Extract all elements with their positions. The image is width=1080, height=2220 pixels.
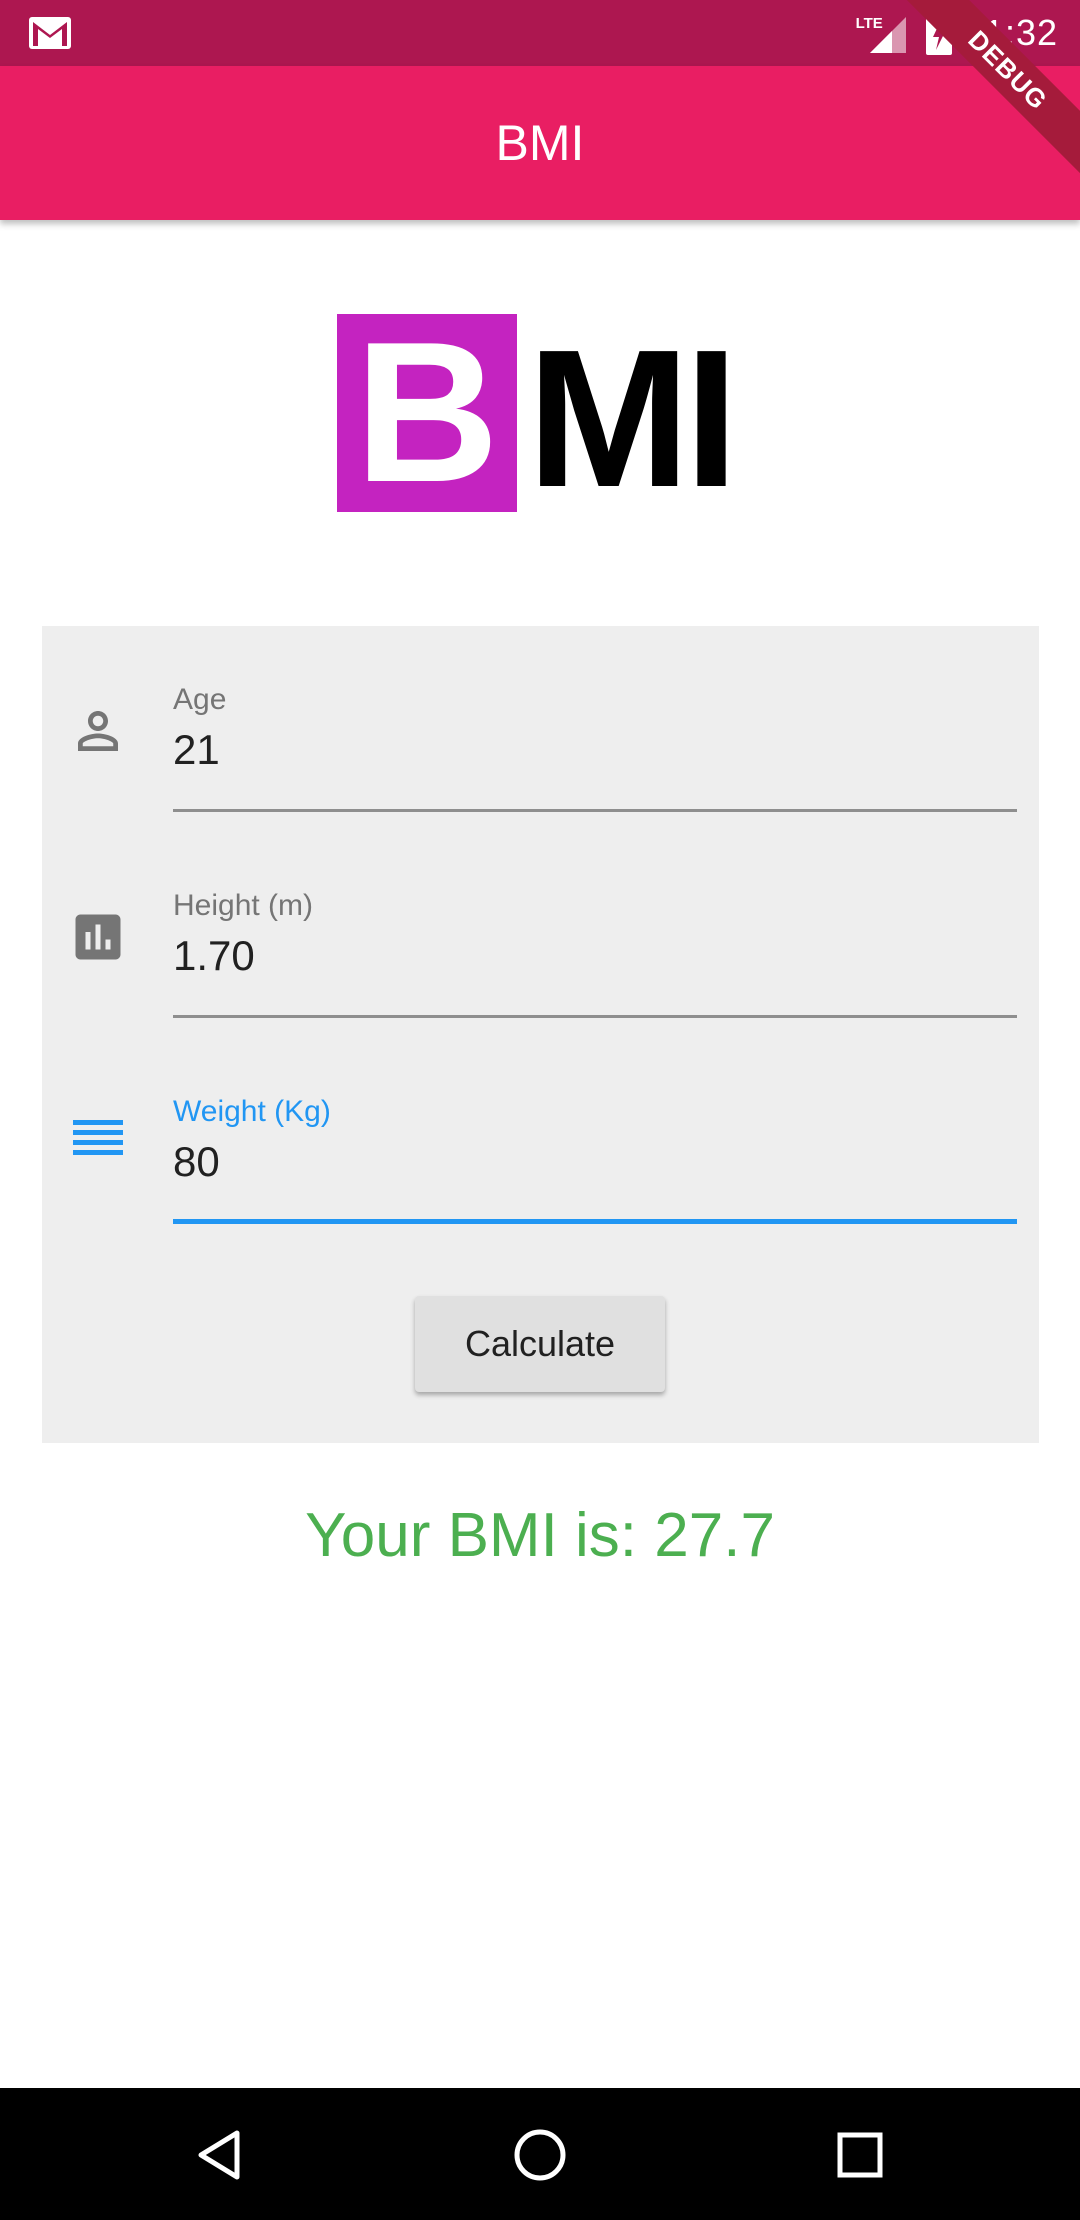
bmi-form-card: Age 21 Height (m) 1.70 Weight (Kg) 80 Ca… [42, 626, 1039, 1443]
height-label: Height (m) [173, 889, 314, 922]
weight-underline [173, 1219, 1017, 1224]
calculate-button[interactable]: Calculate [415, 1296, 665, 1392]
weight-input[interactable]: 80 [173, 1138, 220, 1186]
weight-lines-icon [73, 1120, 123, 1155]
home-button[interactable] [495, 2110, 585, 2200]
app-bar: BMI [0, 66, 1080, 220]
insert-chart-icon [75, 914, 121, 960]
back-button[interactable] [176, 2110, 266, 2200]
height-field[interactable]: Height (m) 1.70 [42, 832, 1039, 1038]
gmail-icon [29, 17, 71, 49]
recents-square-icon [837, 2132, 883, 2178]
age-underline [173, 809, 1017, 812]
signal-icon [869, 17, 906, 53]
page-title: BMI [495, 115, 585, 171]
height-input[interactable]: 1.70 [173, 932, 255, 980]
bmi-logo: B MI [337, 301, 739, 528]
weight-label: Weight (Kg) [173, 1095, 331, 1128]
age-input[interactable]: 21 [173, 726, 220, 774]
recents-button[interactable] [815, 2110, 905, 2200]
bmi-result: Your BMI is: 27.7 [305, 1501, 775, 1570]
age-field[interactable]: Age 21 [42, 626, 1039, 832]
age-label: Age [173, 683, 227, 716]
weight-field[interactable]: Weight (Kg) 80 [42, 1038, 1039, 1244]
person-icon [78, 711, 118, 751]
back-triangle-icon [198, 2130, 240, 2180]
logo-letters-mi: MI [527, 309, 739, 528]
signal-group: LTE [856, 11, 912, 55]
home-circle-icon [514, 2129, 566, 2181]
height-underline [173, 1015, 1017, 1018]
navigation-bar [0, 2088, 1080, 2220]
logo-letter-b: B [354, 301, 500, 524]
